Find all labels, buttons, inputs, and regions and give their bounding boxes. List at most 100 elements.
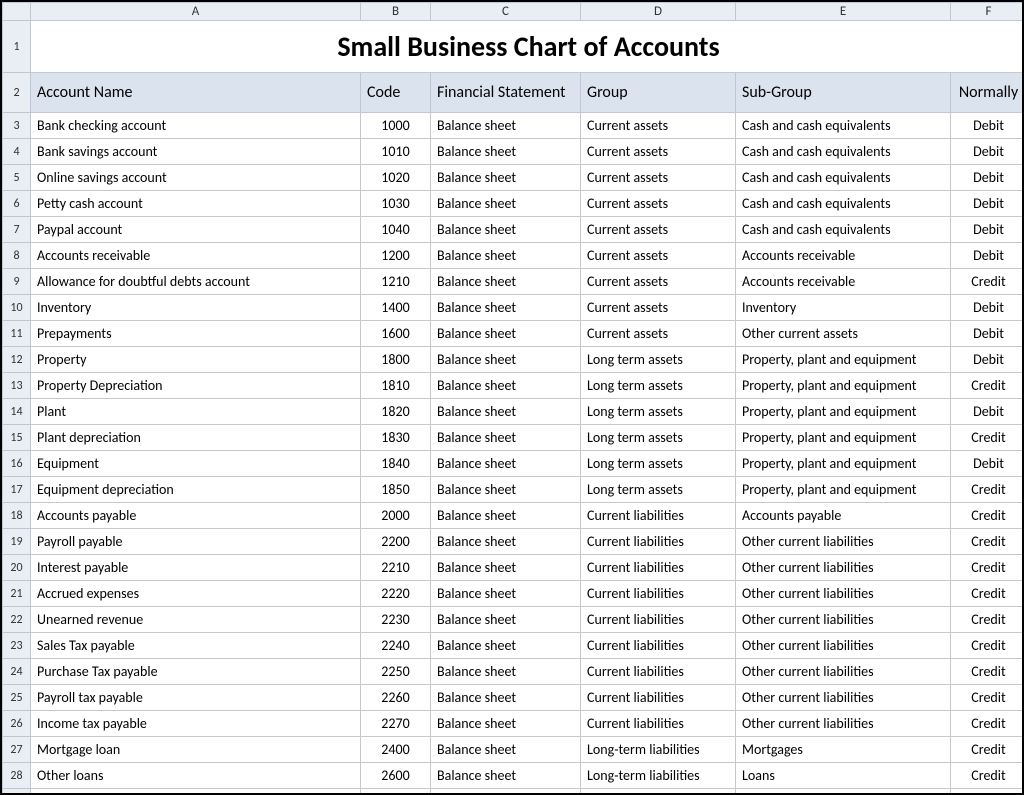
cell-normally[interactable]: Credit bbox=[951, 607, 1024, 633]
cell-code[interactable]: 1840 bbox=[361, 451, 431, 477]
sheet-title-cell[interactable]: Small Business Chart of Accounts bbox=[31, 21, 1024, 73]
cell-code[interactable]: 2260 bbox=[361, 685, 431, 711]
cell-sub-group[interactable]: Accounts receivable bbox=[736, 269, 951, 295]
cell-sub-group[interactable]: Property, plant and equipment bbox=[736, 373, 951, 399]
cell-normally[interactable]: Debit bbox=[951, 243, 1024, 269]
cell-sub-group[interactable]: Other current liabilities bbox=[736, 685, 951, 711]
cell-financial-statement[interactable]: Balance sheet bbox=[431, 633, 581, 659]
cell-normally[interactable]: Credit bbox=[951, 555, 1024, 581]
row-header-1[interactable]: 1 bbox=[3, 21, 31, 73]
cell-financial-statement[interactable]: Balance sheet bbox=[431, 113, 581, 139]
row-header[interactable]: 20 bbox=[3, 555, 31, 581]
cell-normally[interactable]: Credit bbox=[951, 269, 1024, 295]
cell-code[interactable]: 1830 bbox=[361, 425, 431, 451]
cell-code[interactable]: 2210 bbox=[361, 555, 431, 581]
cell-normally[interactable]: Debit bbox=[951, 347, 1024, 373]
row-header[interactable]: 25 bbox=[3, 685, 31, 711]
cell-group[interactable]: Current liabilities bbox=[581, 633, 736, 659]
cell-account-name[interactable]: Sales Tax payable bbox=[31, 633, 361, 659]
cell-financial-statement[interactable]: Balance sheet bbox=[431, 243, 581, 269]
col-header-C[interactable]: C bbox=[431, 3, 581, 21]
cell-financial-statement[interactable]: Balance sheet bbox=[431, 425, 581, 451]
cell-sub-group[interactable]: Other current assets bbox=[736, 321, 951, 347]
cell-financial-statement[interactable]: Balance sheet bbox=[431, 477, 581, 503]
cell-sub-group[interactable]: Property, plant and equipment bbox=[736, 347, 951, 373]
row-header[interactable]: 8 bbox=[3, 243, 31, 269]
cell-sub-group[interactable]: Other current liabilities bbox=[736, 607, 951, 633]
row-header[interactable]: 21 bbox=[3, 581, 31, 607]
cell-normally[interactable]: Debit bbox=[951, 451, 1024, 477]
row-header-2[interactable]: 2 bbox=[3, 73, 31, 113]
cell-code[interactable]: 2600 bbox=[361, 763, 431, 789]
header-normally[interactable]: Normally bbox=[951, 73, 1024, 113]
cell-sub-group[interactable]: Other current liabilities bbox=[736, 581, 951, 607]
cell-sub-group[interactable]: Accounts receivable bbox=[736, 243, 951, 269]
cell-code[interactable]: 1400 bbox=[361, 295, 431, 321]
cell-sub-group[interactable]: Property, plant and equipment bbox=[736, 477, 951, 503]
row-header[interactable]: 18 bbox=[3, 503, 31, 529]
cell-account-name[interactable]: Paypal account bbox=[31, 217, 361, 243]
cell-group[interactable]: Long term assets bbox=[581, 477, 736, 503]
cell-financial-statement[interactable]: Balance sheet bbox=[431, 191, 581, 217]
cell-sub-group[interactable]: Cash and cash equivalents bbox=[736, 113, 951, 139]
row-header[interactable]: 29 bbox=[3, 789, 31, 795]
cell-code[interactable]: 1850 bbox=[361, 477, 431, 503]
cell-group[interactable]: Current assets bbox=[581, 191, 736, 217]
cell-sub-group[interactable]: Other current liabilities bbox=[736, 555, 951, 581]
cell-code[interactable]: 2000 bbox=[361, 503, 431, 529]
row-header[interactable]: 5 bbox=[3, 165, 31, 191]
cell-normally[interactable]: Debit bbox=[951, 321, 1024, 347]
cell-code[interactable]: 1020 bbox=[361, 165, 431, 191]
cell-code[interactable]: 2240 bbox=[361, 633, 431, 659]
cell-normally[interactable]: Credit bbox=[951, 529, 1024, 555]
header-account-name[interactable]: Account Name bbox=[31, 73, 361, 113]
cell-sub-group[interactable]: Other current liabilities bbox=[736, 711, 951, 737]
cell-group[interactable]: Current liabilities bbox=[581, 503, 736, 529]
cell-normally[interactable]: Credit bbox=[951, 711, 1024, 737]
row-header[interactable]: 17 bbox=[3, 477, 31, 503]
cell-account-name[interactable]: Accrued expenses bbox=[31, 581, 361, 607]
cell-account-name[interactable]: Accounts payable bbox=[31, 503, 361, 529]
cell-code[interactable]: 3000 bbox=[361, 789, 431, 795]
cell-group[interactable]: Equity bbox=[581, 789, 736, 795]
cell-normally[interactable]: Credit bbox=[951, 737, 1024, 763]
cell-account-name[interactable]: Equipment bbox=[31, 451, 361, 477]
cell-financial-statement[interactable]: Balance sheet bbox=[431, 555, 581, 581]
cell-group[interactable]: Current liabilities bbox=[581, 685, 736, 711]
cell-account-name[interactable]: Property Depreciation bbox=[31, 373, 361, 399]
cell-normally[interactable]: Credit bbox=[951, 477, 1024, 503]
cell-group[interactable]: Long term assets bbox=[581, 399, 736, 425]
cell-financial-statement[interactable]: Balance sheet bbox=[431, 139, 581, 165]
row-header[interactable]: 13 bbox=[3, 373, 31, 399]
cell-group[interactable]: Current assets bbox=[581, 165, 736, 191]
row-header[interactable]: 14 bbox=[3, 399, 31, 425]
cell-financial-statement[interactable]: Balance sheet bbox=[431, 581, 581, 607]
cell-code[interactable]: 2250 bbox=[361, 659, 431, 685]
cell-financial-statement[interactable]: Balance sheet bbox=[431, 269, 581, 295]
cell-account-name[interactable]: Payroll tax payable bbox=[31, 685, 361, 711]
cell-group[interactable]: Current liabilities bbox=[581, 555, 736, 581]
cell-code[interactable]: 1800 bbox=[361, 347, 431, 373]
col-header-D[interactable]: D bbox=[581, 3, 736, 21]
cell-group[interactable]: Long term assets bbox=[581, 373, 736, 399]
cell-account-name[interactable]: Bank savings account bbox=[31, 139, 361, 165]
cell-account-name[interactable]: Online savings account bbox=[31, 165, 361, 191]
cell-group[interactable]: Current assets bbox=[581, 269, 736, 295]
cell-account-name[interactable]: Owners contributions bbox=[31, 789, 361, 795]
header-financial-statement[interactable]: Financial Statement bbox=[431, 73, 581, 113]
cell-sub-group[interactable]: Inventory bbox=[736, 295, 951, 321]
header-group[interactable]: Group bbox=[581, 73, 736, 113]
cell-sub-group[interactable]: Accounts payable bbox=[736, 503, 951, 529]
row-header[interactable]: 28 bbox=[3, 763, 31, 789]
cell-normally[interactable]: Debit bbox=[951, 217, 1024, 243]
cell-account-name[interactable]: Income tax payable bbox=[31, 711, 361, 737]
cell-code[interactable]: 1200 bbox=[361, 243, 431, 269]
cell-group[interactable]: Current assets bbox=[581, 217, 736, 243]
row-header[interactable]: 19 bbox=[3, 529, 31, 555]
cell-code[interactable]: 1000 bbox=[361, 113, 431, 139]
cell-normally[interactable]: Debit bbox=[951, 113, 1024, 139]
cell-account-name[interactable]: Other loans bbox=[31, 763, 361, 789]
cell-financial-statement[interactable]: Balance sheet bbox=[431, 685, 581, 711]
select-all-corner[interactable] bbox=[3, 3, 31, 21]
cell-group[interactable]: Current liabilities bbox=[581, 711, 736, 737]
